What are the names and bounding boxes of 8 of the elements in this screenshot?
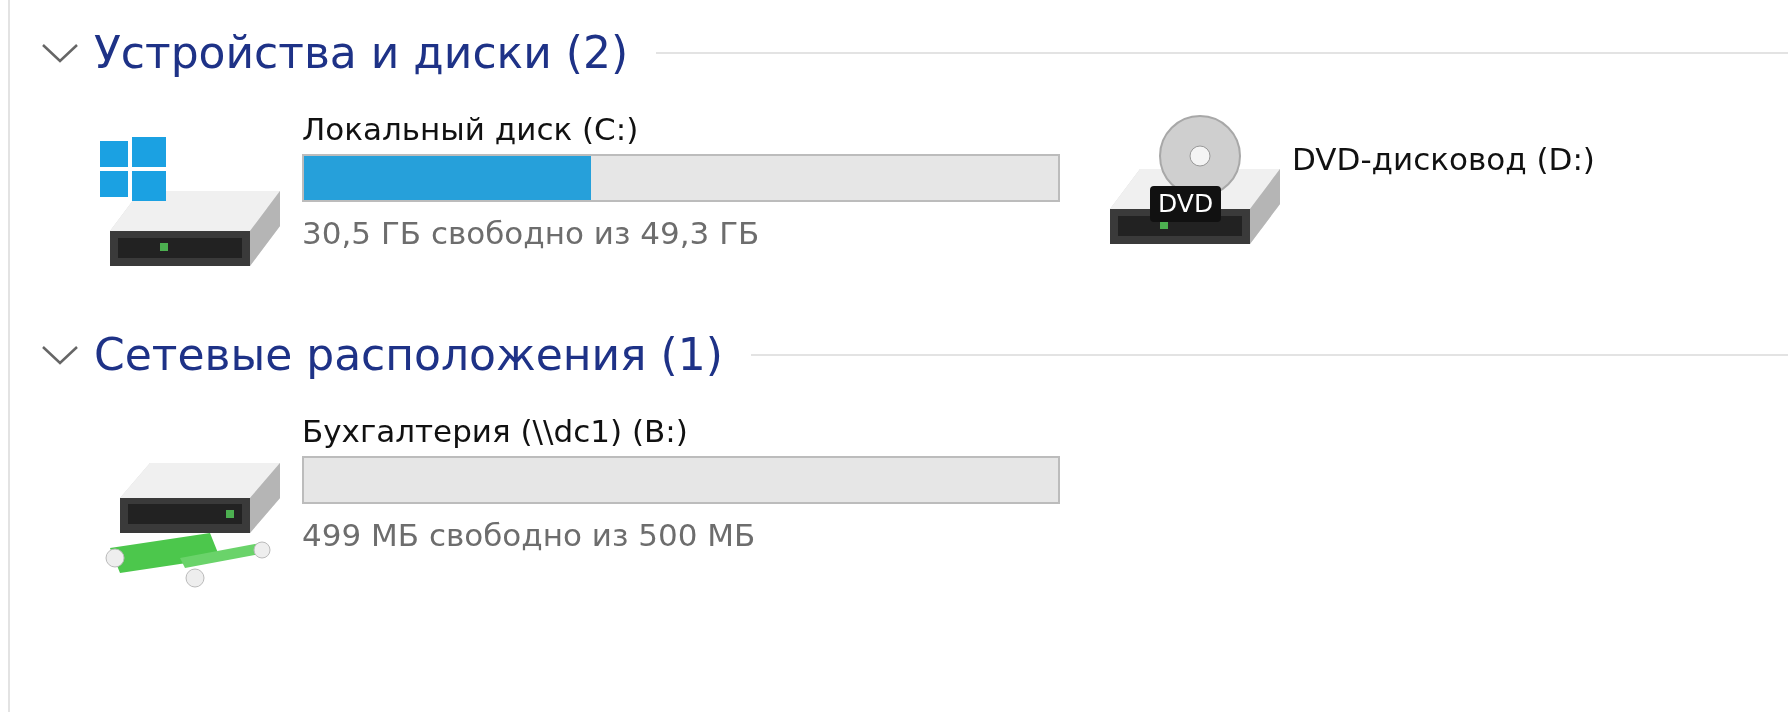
drive-name[interactable]: Бухгалтерия (\\dc1) (B:)	[302, 408, 688, 454]
group-title[interactable]: Устройства и диски (2)	[94, 20, 629, 86]
dvd-label: DVD	[1150, 186, 1222, 222]
drive-name[interactable]: DVD-дисковод (D:)	[1292, 136, 1595, 182]
group-title[interactable]: Сетевые расположения (1)	[94, 322, 723, 388]
drive-name[interactable]: Локальный диск (C:)	[302, 106, 639, 152]
free-space-text: 499 МБ свободно из 500 МБ	[302, 516, 756, 555]
free-space-text: 30,5 ГБ свободно из 49,3 ГБ	[302, 214, 760, 253]
